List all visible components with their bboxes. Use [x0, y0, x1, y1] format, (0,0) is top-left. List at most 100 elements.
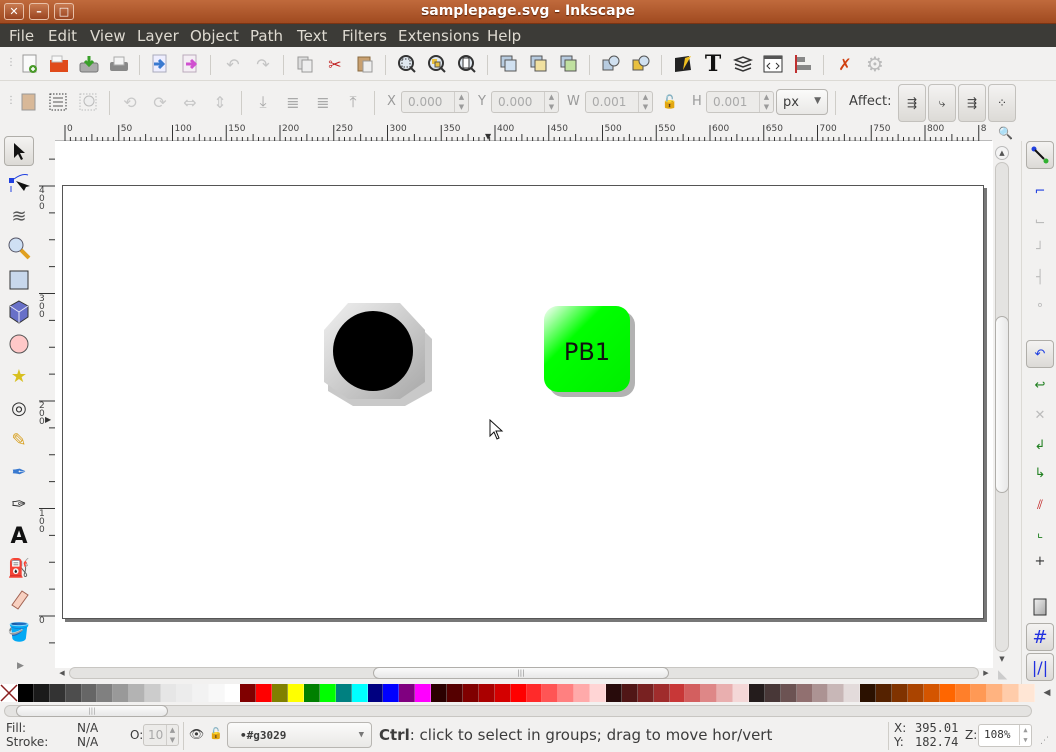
color-swatch[interactable]: [33, 684, 50, 702]
color-swatch[interactable]: [764, 684, 781, 702]
scroll-right-button[interactable]: ▶: [979, 666, 993, 680]
duplicate-icon[interactable]: [498, 53, 520, 75]
vertical-ruler[interactable]: 400 300 200 100 0 ▶: [37, 141, 55, 668]
color-swatch[interactable]: [113, 684, 130, 702]
align-distribute-icon[interactable]: [792, 53, 814, 75]
color-swatch[interactable]: [319, 684, 336, 702]
color-swatch[interactable]: [939, 684, 956, 702]
color-swatch[interactable]: [733, 684, 749, 702]
color-swatch[interactable]: [367, 684, 384, 702]
color-swatch[interactable]: [129, 684, 146, 702]
vertical-scrollbar[interactable]: ▲ ▼: [995, 141, 1011, 668]
snap-grids-toggle[interactable]: #: [1026, 623, 1054, 651]
snap-paths-toggle[interactable]: ↩: [1026, 371, 1054, 399]
rectangle-tool[interactable]: [4, 265, 34, 295]
zoom-corner-icon[interactable]: 🔍: [998, 126, 1013, 140]
color-swatch[interactable]: [65, 684, 82, 702]
color-swatch[interactable]: [891, 684, 908, 702]
color-swatch[interactable]: [796, 684, 813, 702]
color-swatch[interactable]: [176, 684, 193, 702]
fill-and-stroke-icon[interactable]: [672, 53, 694, 75]
deselect-icon[interactable]: [77, 91, 99, 113]
raise-icon[interactable]: ≣: [312, 91, 334, 113]
scroll-thumb[interactable]: |||: [373, 667, 669, 679]
menu-edit[interactable]: Edit: [48, 27, 77, 45]
zoom-input[interactable]: 108% ▲ ▼: [978, 724, 1032, 747]
zoom-page-icon[interactable]: [456, 53, 478, 75]
color-swatch[interactable]: [669, 684, 686, 702]
scroll-thumb[interactable]: [995, 316, 1009, 493]
snap-midpoints-toggle[interactable]: ⫽: [1026, 491, 1054, 519]
color-swatch[interactable]: [923, 684, 940, 702]
fill-value[interactable]: N/A: [77, 721, 98, 735]
snap-bbox-midpoints-toggle[interactable]: ┤: [1026, 263, 1054, 291]
palette-scrollbar[interactable]: |||: [4, 704, 1032, 718]
menu-layer[interactable]: Layer: [137, 27, 179, 45]
snap-object-centers-toggle[interactable]: ⌞: [1026, 519, 1054, 547]
color-swatch[interactable]: [558, 684, 575, 702]
color-swatch[interactable]: [717, 684, 734, 702]
color-swatch[interactable]: [335, 684, 352, 702]
scroll-up-button[interactable]: ▲: [995, 146, 1009, 160]
transform-patterns-toggle[interactable]: ⁘: [988, 84, 1016, 122]
color-swatch[interactable]: [1003, 684, 1020, 702]
scroll-left-button[interactable]: ◀: [55, 666, 69, 680]
color-swatch[interactable]: [97, 684, 114, 702]
scale-rounded-corners-toggle[interactable]: ⤷: [928, 84, 956, 122]
paste-icon[interactable]: [354, 53, 376, 75]
color-swatch[interactable]: [542, 684, 559, 702]
current-layer-select[interactable]: •#g3029 ▼: [227, 722, 372, 748]
enable-snapping-toggle[interactable]: [1026, 141, 1054, 169]
pen-tool[interactable]: ✒: [4, 457, 34, 487]
snap-bounding-box-toggle[interactable]: ⌐: [1026, 177, 1054, 205]
color-swatch[interactable]: [18, 684, 34, 702]
pencil-tool[interactable]: ✎: [4, 425, 34, 455]
toolbar-grip[interactable]: ⋮: [6, 57, 16, 68]
star-tool[interactable]: ★: [4, 361, 34, 391]
color-swatch[interactable]: [447, 684, 463, 702]
new-document-icon[interactable]: [19, 53, 41, 75]
color-swatch[interactable]: [828, 684, 845, 702]
scroll-down-button[interactable]: ▼: [995, 653, 1009, 667]
layer-lock-icon[interactable]: 🔓: [209, 727, 223, 740]
eraser-tool[interactable]: [4, 585, 34, 615]
snap-path-intersections-toggle[interactable]: ✕: [1026, 401, 1054, 429]
raise-to-top-icon[interactable]: ⤒: [342, 91, 364, 113]
color-swatch[interactable]: [256, 684, 273, 702]
scale-stroke-toggle[interactable]: ⇶: [898, 84, 926, 122]
color-swatch[interactable]: [812, 684, 829, 702]
preferences-icon[interactable]: ✗: [834, 53, 856, 75]
export-icon[interactable]: [179, 53, 201, 75]
color-swatch[interactable]: [860, 684, 877, 702]
spiral-tool[interactable]: ◎: [4, 393, 34, 423]
text-tool[interactable]: A: [4, 521, 34, 551]
opacity-input[interactable]: 10 ▲ ▼: [143, 724, 179, 746]
color-swatch[interactable]: [478, 684, 495, 702]
color-swatch[interactable]: [81, 684, 98, 702]
calligraphy-tool[interactable]: ✑: [4, 489, 34, 519]
color-swatch[interactable]: [49, 684, 66, 702]
zoom-tool[interactable]: [4, 233, 34, 263]
color-swatch[interactable]: [304, 684, 320, 702]
snap-bbox-centers-toggle[interactable]: ∘: [1026, 291, 1054, 319]
w-input[interactable]: 0.001 ▲ ▼: [585, 91, 653, 113]
x-input[interactable]: 0.000 ▲ ▼: [401, 91, 469, 113]
lower-to-bottom-icon[interactable]: ⤓: [252, 91, 274, 113]
color-swatch[interactable]: [637, 684, 654, 702]
transform-gradients-toggle[interactable]: ⇶: [958, 84, 986, 122]
color-swatch[interactable]: [653, 684, 670, 702]
color-swatch[interactable]: [907, 684, 924, 702]
snap-smooth-nodes-toggle[interactable]: ↳: [1026, 459, 1054, 487]
snap-nodes-toggle[interactable]: ↶: [1026, 340, 1054, 368]
color-swatch[interactable]: [208, 684, 225, 702]
3d-box-tool[interactable]: [4, 297, 34, 327]
color-swatch[interactable]: [224, 684, 241, 702]
color-swatch[interactable]: [971, 684, 988, 702]
toolbar-grip[interactable]: ⋮: [6, 95, 16, 106]
x-spin-arrows[interactable]: ▲ ▼: [454, 92, 468, 112]
horizontal-ruler[interactable]: 0 50 100 150 200 250 300 350 400 450 500 550 600 650 7…: [55, 123, 992, 141]
snap-bbox-edges-toggle[interactable]: ⌙: [1026, 207, 1054, 235]
menu-extensions[interactable]: Extensions: [398, 27, 479, 45]
spray-tool[interactable]: ⛽: [4, 553, 34, 583]
menu-filters[interactable]: Filters: [342, 27, 387, 45]
